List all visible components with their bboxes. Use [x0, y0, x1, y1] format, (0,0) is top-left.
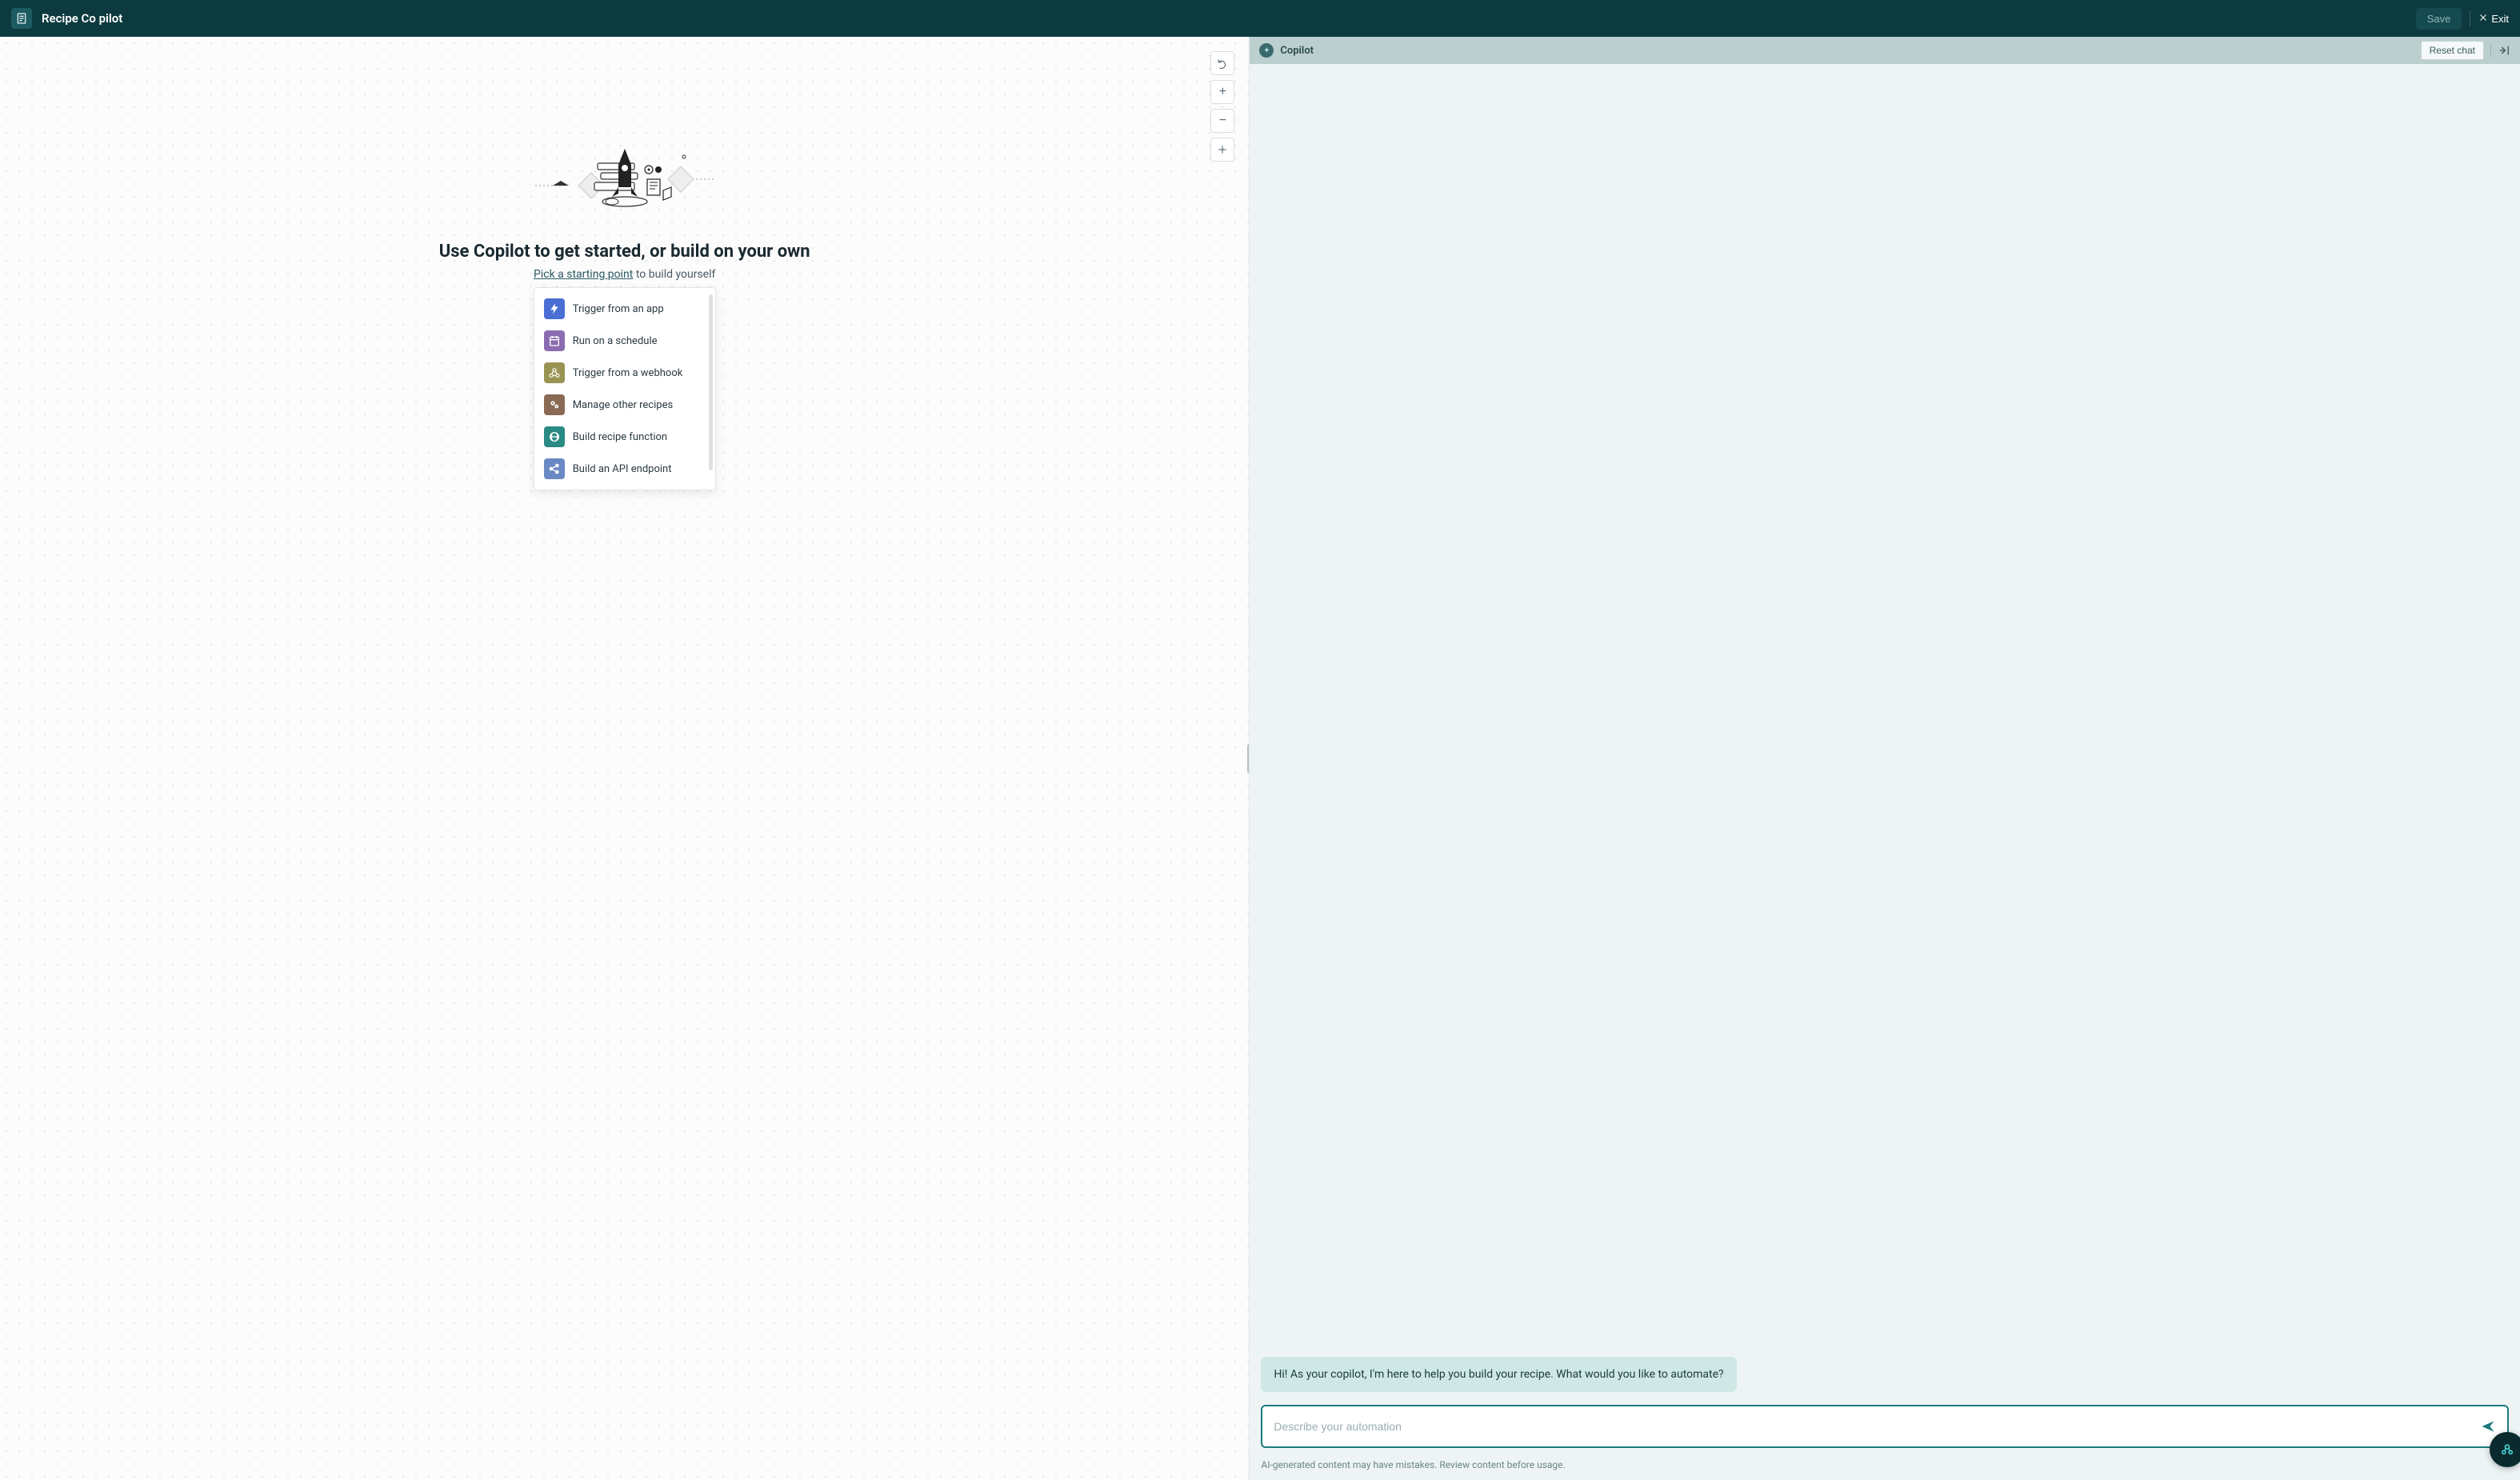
collapse-panel-button[interactable]: [2498, 44, 2510, 57]
canvas-controls: + −: [1210, 51, 1234, 162]
page-title: Recipe Co pilot: [42, 11, 122, 26]
main-split: + −: [0, 37, 2520, 1480]
hero-title: Use Copilot to get started, or build on …: [439, 242, 810, 262]
option-recipe-function[interactable]: Build recipe function: [534, 421, 715, 453]
hero-subtitle: Pick a starting point to build yourself: [534, 268, 715, 281]
exit-button[interactable]: Exit: [2478, 13, 2509, 25]
save-button[interactable]: Save: [2416, 8, 2462, 30]
option-schedule[interactable]: Run on a schedule: [534, 325, 715, 357]
document-icon: [11, 8, 32, 29]
starting-point-dropdown: Trigger from an app Run on a schedule Tr…: [534, 287, 716, 490]
chat-header: ✦ Copilot Reset chat: [1250, 37, 2520, 64]
gear-cluster-icon: [544, 394, 565, 415]
chat-message: Hi! As your copilot, I'm here to help yo…: [1261, 1357, 1736, 1392]
option-trigger-app[interactable]: Trigger from an app: [534, 293, 715, 325]
pick-starting-point-link[interactable]: Pick a starting point: [534, 268, 633, 281]
exit-label: Exit: [2491, 13, 2509, 25]
option-label: Build recipe function: [573, 431, 667, 443]
rocket-illustration: [529, 141, 721, 213]
option-label: Manage other recipes: [573, 399, 674, 411]
option-label: Build an API endpoint: [573, 463, 672, 475]
function-icon: [544, 426, 565, 447]
hero-suffix: to build yourself: [633, 268, 715, 281]
reset-chat-button[interactable]: Reset chat: [2421, 41, 2484, 60]
dropdown-scrollbar[interactable]: [709, 294, 713, 470]
option-manage-recipes[interactable]: Manage other recipes: [534, 389, 715, 421]
option-webhook[interactable]: Trigger from a webhook: [534, 357, 715, 389]
zoom-in-button[interactable]: +: [1210, 80, 1234, 104]
fit-button[interactable]: [1210, 138, 1234, 162]
canvas-panel: + −: [0, 37, 1250, 1480]
chat-panel: ✦ Copilot Reset chat Hi! As your copilot…: [1250, 37, 2520, 1480]
chat-body: Hi! As your copilot, I'm here to help yo…: [1250, 64, 2520, 1459]
chat-input-container: [1261, 1405, 2509, 1448]
ai-disclaimer: AI-generated content may have mistakes. …: [1250, 1459, 2520, 1480]
send-button[interactable]: [2480, 1418, 2496, 1434]
calendar-icon: [544, 330, 565, 351]
copilot-avatar-icon: ✦: [1259, 43, 1274, 58]
undo-button[interactable]: [1210, 51, 1234, 75]
webhook-icon: [544, 362, 565, 383]
zoom-out-button[interactable]: −: [1210, 109, 1234, 133]
help-fab[interactable]: [2490, 1432, 2520, 1467]
chat-input[interactable]: [1274, 1420, 2480, 1433]
split-handle[interactable]: [1247, 744, 1250, 773]
chat-title: Copilot: [1280, 45, 1314, 57]
close-icon: [2478, 13, 2488, 25]
option-label: Run on a schedule: [573, 335, 658, 347]
option-label: Trigger from a webhook: [573, 367, 683, 379]
option-label: Trigger from an app: [573, 303, 664, 315]
chat-header-divider: [2490, 43, 2491, 58]
option-api-endpoint[interactable]: Build an API endpoint: [534, 453, 715, 485]
lightning-icon: [544, 298, 565, 319]
app-header: Recipe Co pilot Save Exit: [0, 0, 2520, 37]
share-nodes-icon: [544, 458, 565, 479]
